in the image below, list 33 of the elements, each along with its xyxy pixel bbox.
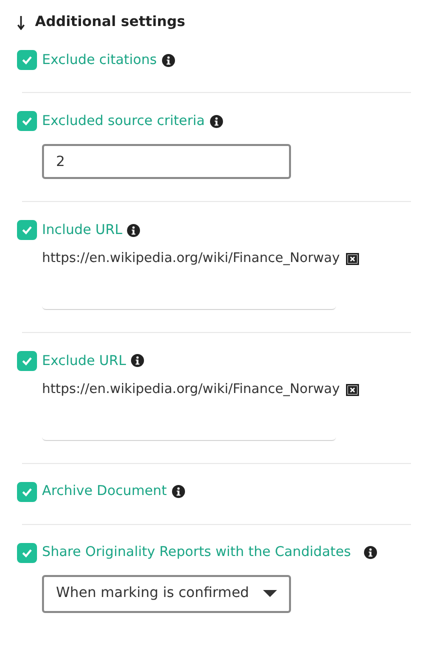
- checkbox[interactable]: [17, 50, 37, 70]
- checkbox[interactable]: [17, 350, 37, 371]
- info-icon: [130, 354, 144, 368]
- checkbox[interactable]: [17, 542, 37, 563]
- info-icon: [162, 54, 175, 66]
- info-icon: [364, 546, 377, 560]
- down-arrow-icon: [17, 14, 25, 30]
- check-icon: [21, 224, 33, 236]
- setting-label: Include URL: [42, 220, 122, 240]
- check-icon: [21, 354, 33, 367]
- setting-label: Share Originality Reports with the Candidates: [42, 543, 351, 562]
- check-icon: [21, 546, 33, 559]
- remove-icon: [346, 252, 359, 265]
- url-text: https://en.wikipedia.org/wiki/Finance_Norway: [42, 380, 340, 399]
- check-icon: [21, 486, 33, 498]
- setting-label: Exclude citations: [42, 50, 157, 70]
- remove-icon: [346, 384, 359, 396]
- section-title: Additional settings: [35, 12, 186, 32]
- checkbox[interactable]: [17, 220, 37, 240]
- check-icon: [21, 115, 33, 127]
- setting-label: Archive Document: [42, 482, 167, 502]
- check-icon: [21, 54, 33, 66]
- info-icon: [127, 224, 140, 236]
- number-field[interactable]: 2: [42, 144, 291, 179]
- checkbox[interactable]: [17, 111, 37, 131]
- info-icon: [210, 114, 223, 128]
- setting-label: Exclude URL: [42, 352, 126, 371]
- caret-icon: [263, 590, 277, 598]
- info-icon: [172, 485, 185, 498]
- dropdown[interactable]: When marking is confirmed: [42, 574, 291, 613]
- url-text: https://en.wikipedia.org/wiki/Finance_Norway: [42, 250, 340, 268]
- checkbox[interactable]: [17, 482, 37, 502]
- setting-label: Excluded source criteria: [42, 112, 205, 131]
